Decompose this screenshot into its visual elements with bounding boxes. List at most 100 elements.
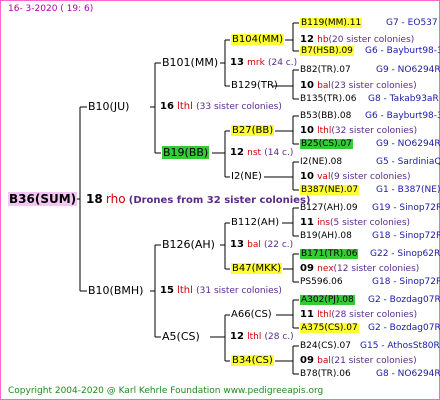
gen4-queen-4[interactable]: B135(TR).06	[300, 93, 356, 105]
gen2-queen-3[interactable]: B126(AH)	[162, 239, 215, 251]
gen4-queen-9[interactable]: B127(AH).09	[300, 202, 358, 214]
gen3-note-2-word: bal	[317, 81, 331, 91]
gen3-note-1-num: 12	[300, 34, 314, 45]
gen2-note-2-word: nst	[247, 148, 262, 158]
gen4-code-12: G18 - Sinop72R	[372, 277, 440, 287]
gen4-code-6: G9 - NO6294R	[376, 139, 440, 149]
gen4-queen-10[interactable]: B19(AH).08	[300, 230, 352, 242]
gen4-code-8: G1 - B387(NE)	[376, 185, 440, 195]
gen3-queen-2[interactable]: B129(TR)	[231, 80, 278, 92]
gen2-note-2: 12 nst (14 c.)	[230, 147, 293, 159]
root-queen[interactable]: B36(SUM)	[8, 192, 78, 206]
gen3-queen-8[interactable]: B34(CS)	[231, 355, 274, 367]
gen4-queen-2[interactable]: B7(HSB).09	[300, 45, 354, 57]
gen4-queen-8[interactable]: B387(NE).07	[300, 184, 360, 196]
gen3-note-1-sisters: (20 sister colonies)	[328, 35, 415, 45]
gen3-note-5-word: ins	[317, 218, 331, 228]
gen1-note-2-num: 15	[160, 285, 174, 296]
gen3-note-8: 09 bal(21 sister colonies)	[300, 355, 417, 367]
gen3-queen-4[interactable]: I2(NE)	[231, 171, 262, 183]
gen2-note-4-sisters: (28 c.)	[264, 332, 294, 342]
root-note-num: 18	[86, 192, 103, 206]
gen3-queen-3[interactable]: B27(BB)	[231, 125, 275, 137]
gen1-note-1-sisters: (33 sister colonies)	[196, 102, 282, 112]
gen2-note-1: 13 mrk (24 c.)	[230, 57, 297, 69]
gen4-queen-11[interactable]: B171(TR).06	[300, 248, 359, 260]
gen1-note-2: 15 lthl (31 sister colonies)	[160, 285, 282, 297]
root-note-word: rho	[105, 192, 126, 206]
gen3-note-3-sisters: (32 sister colonies)	[331, 126, 418, 136]
gen3-note-4-word: val	[317, 172, 331, 182]
gen1-queen-1[interactable]: B10(JU)	[88, 101, 129, 113]
gen3-note-5: 11 ins(5 sister colonies)	[300, 217, 410, 229]
gen4-queen-5[interactable]: B53(BB).08	[300, 110, 351, 122]
gen4-queen-3[interactable]: B82(TR).07	[300, 64, 351, 76]
gen2-note-1-sisters: (24 c.)	[267, 58, 298, 68]
gen2-note-3-sisters: (22 c.)	[264, 240, 294, 250]
gen2-queen-4[interactable]: A5(CS)	[162, 331, 200, 343]
gen4-code-15: G15 - AthosSt80R	[360, 341, 440, 351]
gen4-queen-14[interactable]: A375(CS).07	[300, 322, 359, 334]
gen4-code-11: G22 - Sinop62R	[370, 249, 440, 259]
gen3-note-6: 09 nex(12 sister colonies)	[300, 263, 419, 275]
gen3-note-6-word: nex	[317, 264, 334, 274]
gen3-queen-7[interactable]: A66(CS)	[231, 309, 272, 321]
gen4-code-3: G9 - NO6294R	[376, 65, 440, 75]
gen3-queen-5[interactable]: B112(AH)	[231, 217, 279, 229]
gen4-queen-6-label: B25(CS).07	[300, 139, 353, 149]
gen2-note-3-word: bal	[247, 240, 261, 250]
gen2-queen-2[interactable]: B19(BB)	[162, 146, 210, 159]
gen4-queen-15[interactable]: B24(CS).07	[300, 340, 351, 352]
gen4-queen-7[interactable]: I2(NE).08	[300, 156, 342, 168]
gen3-note-2-sisters: (23 sister colonies)	[330, 81, 417, 91]
gen2-note-4-num: 12	[230, 331, 244, 342]
gen2-note-3: 13 bal (22 c.)	[230, 239, 293, 251]
gen2-queen-1[interactable]: B101(MM)	[162, 57, 218, 69]
gen1-note-2-word: lthl	[177, 285, 193, 296]
gen3-queen-6[interactable]: B47(MKK)	[231, 263, 283, 275]
gen4-code-10: G18 - Sinop72R	[372, 231, 440, 241]
gen4-code-9: G19 - Sinop72R	[372, 203, 440, 213]
copyright-footer: Copyright 2004-2020 @ Karl Kehrle Founda…	[8, 386, 324, 396]
gen3-note-4: 10 val(9 sister colonies)	[300, 171, 410, 183]
gen3-note-4-num: 10	[300, 171, 314, 182]
gen4-code-14: G2 - Bozdag07R	[368, 323, 440, 333]
root-drone-note: 18 rho (Drones from 32 sister colonies)	[86, 193, 310, 207]
gen4-queen-6[interactable]: B25(CS).07	[300, 138, 353, 150]
gen3-note-7-word: lthl	[317, 310, 332, 320]
gen3-note-7-sisters: (28 sister colonies)	[331, 310, 418, 320]
gen1-note-1-num: 16	[160, 101, 174, 112]
gen3-note-7: 11 lthl(28 sister colonies)	[300, 309, 417, 321]
gen3-queen-1[interactable]: B104(MM)	[231, 34, 285, 46]
gen4-queen-13[interactable]: A302(PJ).08	[300, 294, 355, 306]
gen4-queen-1[interactable]: B119(MM).11	[300, 17, 363, 29]
gen3-note-8-num: 09	[300, 355, 314, 366]
date-line: 16- 3-2020 ( 19: 6)	[8, 4, 94, 14]
gen3-queen-1-label: B104(MM)	[231, 34, 285, 45]
gen4-queen-13-label: A302(PJ).08	[300, 295, 355, 305]
gen2-note-4-word: lthl	[247, 332, 262, 342]
gen1-note-1: 16 lthl (33 sister colonies)	[160, 101, 282, 113]
gen3-note-6-sisters: (12 sister colonies)	[333, 264, 420, 274]
root-label: B36(SUM)	[8, 192, 78, 206]
gen3-note-8-sisters: (21 sister colonies)	[330, 356, 417, 366]
gen3-note-3-num: 10	[300, 125, 314, 136]
gen4-queen-12[interactable]: PS596.06	[300, 276, 343, 288]
gen3-note-4-sisters: (9 sister colonies)	[330, 172, 411, 182]
gen2-note-2-sisters: (14 c.)	[264, 148, 294, 158]
gen4-code-2: G6 - Bayburt98-3	[365, 46, 440, 56]
gen3-note-7-num: 11	[300, 309, 314, 320]
gen3-queen-6-label: B47(MKK)	[231, 263, 283, 274]
gen4-queen-8-label: B387(NE).07	[300, 185, 360, 195]
gen4-code-4: G8 - Takab93aR	[368, 94, 439, 104]
gen4-code-7: G5 - SardiniaQ	[376, 157, 440, 167]
root-note-text: (Drones from 32 sister colonies)	[128, 195, 311, 206]
gen3-note-5-num: 11	[300, 217, 314, 228]
gen3-note-2-num: 10	[300, 80, 314, 91]
gen4-queen-1-label: B119(MM).11	[300, 18, 363, 28]
gen1-queen-2[interactable]: B10(BMH)	[88, 285, 143, 297]
gen1-note-1-word: lthl	[177, 101, 193, 112]
gen4-queen-16[interactable]: B78(TR).06	[300, 368, 351, 380]
gen2-note-2-num: 12	[230, 147, 244, 158]
gen3-queen-8-label: B34(CS)	[231, 355, 274, 366]
